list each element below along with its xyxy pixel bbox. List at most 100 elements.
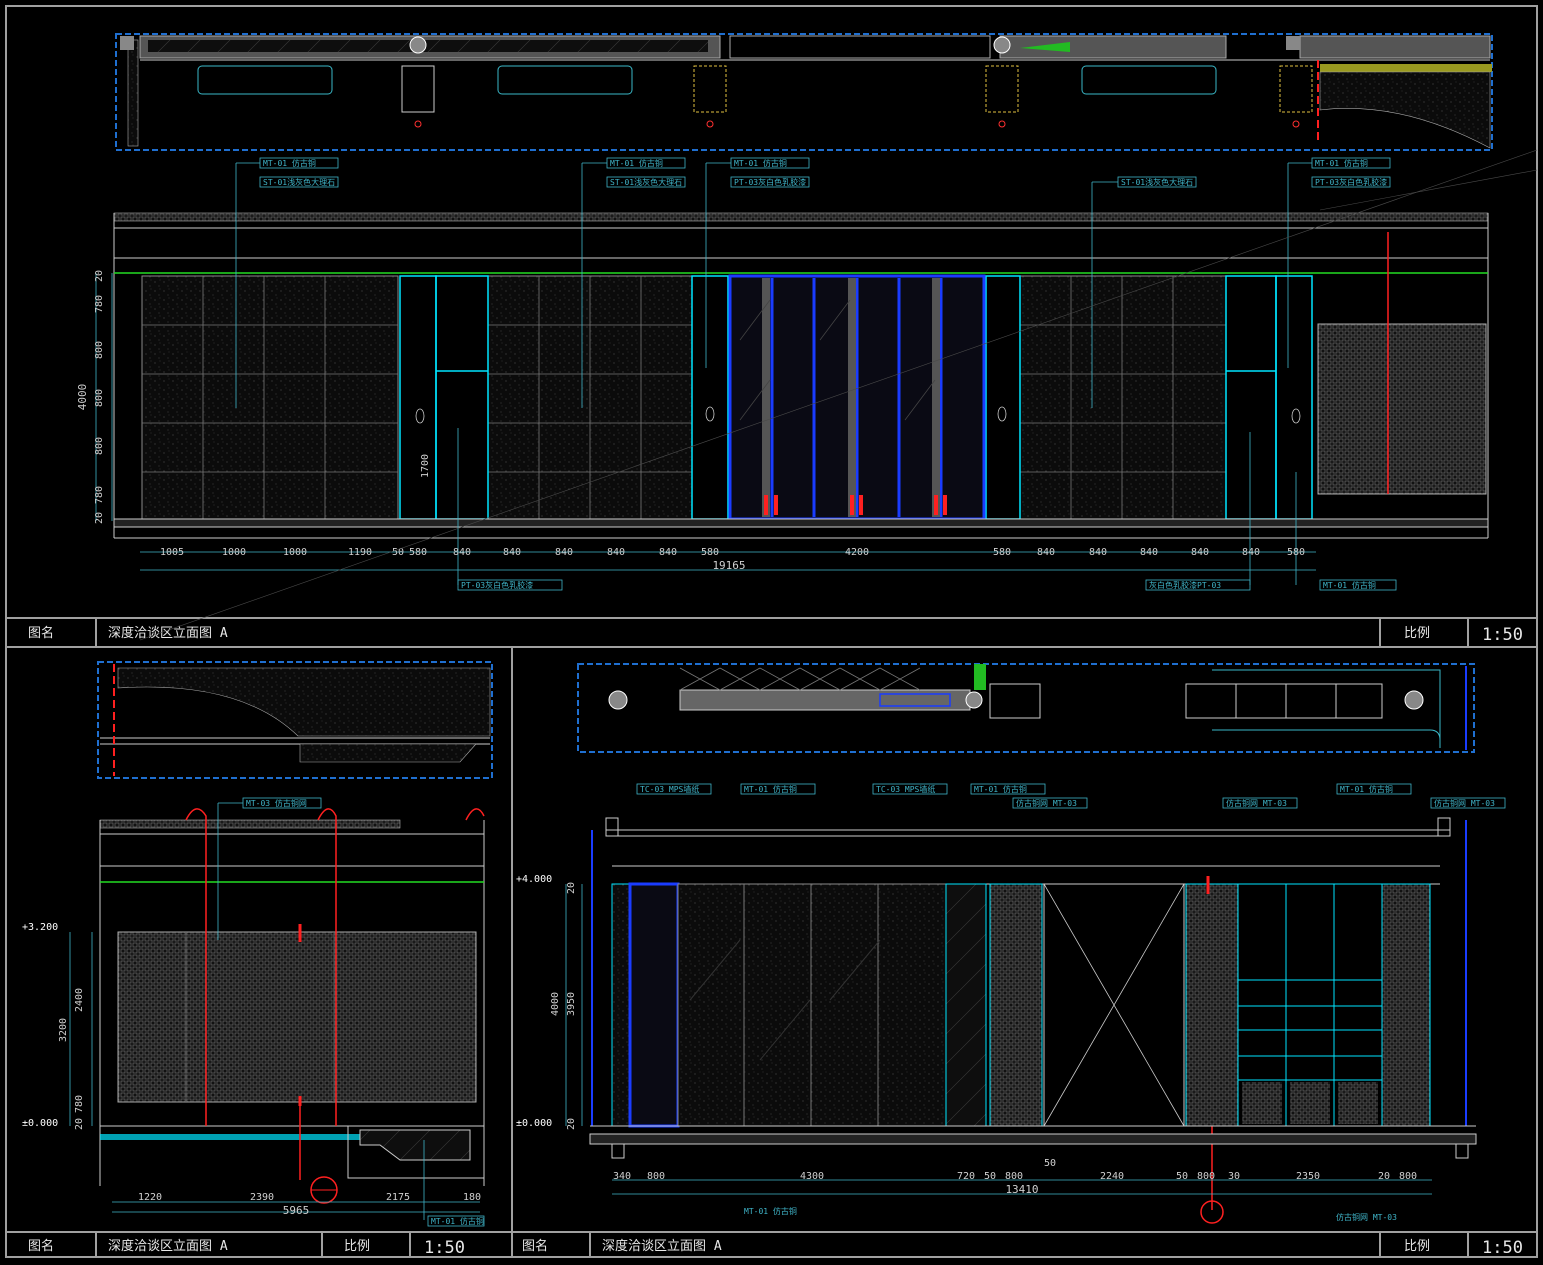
dim-label: 840 [555, 547, 573, 558]
drawing-name: 深度洽谈区立面图 A [602, 1238, 722, 1254]
dim-label: 4300 [800, 1171, 824, 1182]
top-dim-labels: 1005 1000 1000 1190 50 580 840 840 840 840 840 580 4… [160, 547, 1305, 558]
dim-label: 20 [94, 270, 105, 282]
callout-label: MT-01 仿古铜 [744, 784, 797, 794]
callout-label: MT-01 仿古铜 [734, 158, 787, 168]
callout-label: MT-01 仿古铜 [263, 158, 316, 168]
callout-label: ST-01浅灰色大理石 [610, 177, 682, 187]
dim-label: 800 [1197, 1171, 1215, 1182]
dim-label: 840 [1089, 547, 1107, 558]
dim-label: 50 [1176, 1171, 1188, 1182]
callout-label: 仿古铜网 MT-03 [1434, 798, 1495, 808]
dim-label: 2240 [1100, 1171, 1124, 1182]
dim-label: 2400 [74, 988, 85, 1012]
callout-label: 仿古铜网 MT-03 [1016, 798, 1077, 808]
title-label-name: 图名 [28, 625, 54, 641]
callout-label: TC-03 MPS墙纸 [640, 784, 699, 794]
dim-label: 2175 [386, 1192, 410, 1203]
title-label-scale: 比例 [344, 1239, 370, 1254]
callout-label: MT-03 仿古铜网 [246, 798, 307, 808]
dim-label: 580 [701, 547, 719, 558]
dim-label: 780 [74, 1095, 85, 1113]
dim-label: 800 [1399, 1171, 1417, 1182]
dim-label: 800 [94, 389, 105, 407]
dim-door: 1700 [420, 454, 431, 478]
dim-label: 840 [1037, 547, 1055, 558]
scale-value: 1:50 [1482, 1238, 1523, 1258]
title-block-top: 图名 深度洽谈区立面图 A 比例 1:50 [28, 625, 1523, 645]
dim-label: 840 [1242, 547, 1260, 558]
callout-label: 仿古铜网 MT-03 [1226, 798, 1287, 808]
dim-total: 13410 [1005, 1183, 1038, 1196]
dim-total: 19165 [712, 559, 745, 572]
level-mark: ±0.000 [22, 1118, 58, 1129]
dim-label: 780 [94, 486, 105, 504]
dim-label: 1000 [283, 547, 307, 558]
dim-label: 4200 [845, 547, 869, 558]
callout-label: PT-03灰白色乳胶漆 [734, 177, 806, 187]
dim-label: 800 [94, 437, 105, 455]
dim-label: 20 [94, 512, 105, 524]
callout-label: MT-01 仿古铜 [744, 1206, 797, 1216]
dim-label: 580 [1287, 547, 1305, 558]
dim-label: 840 [1140, 547, 1158, 558]
dim-label: 580 [409, 547, 427, 558]
callout-label: MT-01 仿古铜 [974, 784, 1027, 794]
dim-label: 580 [993, 547, 1011, 558]
level-mark: +3.200 [22, 922, 58, 933]
title-label-name: 图名 [28, 1238, 54, 1254]
dim-label: 840 [607, 547, 625, 558]
dim-label: 1000 [222, 547, 246, 558]
scale-value: 1:50 [1482, 625, 1523, 645]
callout-label: MT-01 仿古铜 [431, 1216, 484, 1226]
dim-label: 800 [94, 341, 105, 359]
bottom-left-elevation [69, 797, 485, 1227]
dim-total: 5965 [283, 1204, 310, 1217]
title-block-bottom-left: 图名 深度洽谈区立面图 A 比例 1:50 [28, 1238, 465, 1258]
callout-label: MT-01 仿古铜 [1323, 580, 1376, 590]
dim-label: 720 [957, 1171, 975, 1182]
dim-label: 20 [74, 1118, 85, 1130]
dim-label: 1190 [348, 547, 372, 558]
callout-label: ST-01浅灰色大理石 [263, 177, 335, 187]
dim-label: 840 [1191, 547, 1209, 558]
callout-label: PT-03灰白色乳胶漆 [1315, 177, 1387, 187]
dim-label: 800 [1005, 1171, 1023, 1182]
top-elevation [113, 212, 1489, 539]
callout-label: MT-01 仿古铜 [1315, 158, 1368, 168]
title-label-name: 图名 [522, 1238, 548, 1254]
drawing-name: 深度洽谈区立面图 A [108, 1238, 228, 1254]
callout-label: 仿古铜网 MT-03 [1336, 1212, 1397, 1222]
dim-label: 20 [566, 1118, 577, 1130]
dim-label: 20 [566, 882, 577, 894]
dim-label: 180 [463, 1192, 481, 1203]
dim-label: 20 [1378, 1171, 1390, 1182]
dim-label: 340 [613, 1171, 631, 1182]
dim-label: 2350 [1296, 1171, 1320, 1182]
callout-label: 灰白色乳胶漆PT-03 [1149, 580, 1221, 590]
title-label-scale: 比例 [1404, 626, 1430, 641]
dim-label: 3200 [58, 1018, 69, 1042]
dim-label: 50 [392, 547, 404, 558]
cad-drawing-sheet: 图名 深度洽谈区立面图 A 比例 1:50 图名 深度洽谈区立面图 A 比例 1… [5, 5, 1538, 1258]
dim-label: 840 [503, 547, 521, 558]
dim-label: 800 [647, 1171, 665, 1182]
dim-label: 1220 [138, 1192, 162, 1203]
bottom-right-plan [577, 663, 1475, 753]
dim-label: 840 [453, 547, 471, 558]
top-plan-view [115, 33, 1493, 151]
callout-label: PT-03灰白色乳胶漆 [461, 580, 533, 590]
callout-label: MT-01 仿古铜 [1340, 784, 1393, 794]
dim-label: 50 [1044, 1158, 1056, 1169]
level-mark: ±0.000 [516, 1118, 552, 1129]
bottom-left-plan [97, 661, 493, 779]
title-block-bottom-right: 图名 深度洽谈区立面图 A 比例 1:50 [522, 1238, 1523, 1258]
dim-label: 30 [1228, 1171, 1240, 1182]
dim-label: 2390 [250, 1192, 274, 1203]
dim-label: 840 [659, 547, 677, 558]
dim-label: 4000 [550, 992, 561, 1016]
dim-label: 3950 [566, 992, 577, 1016]
title-label-scale: 比例 [1404, 1239, 1430, 1254]
callout-label: TC-03 MPS墙纸 [876, 784, 935, 794]
dim-label: 50 [984, 1171, 996, 1182]
